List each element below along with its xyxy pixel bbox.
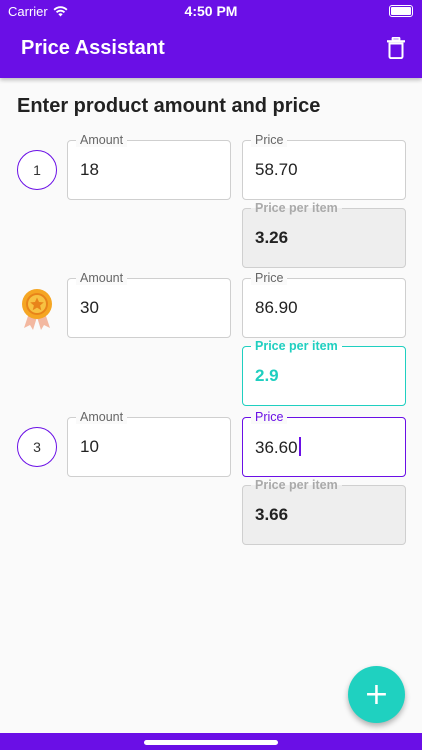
amount-field[interactable]: Amount 30 — [67, 271, 231, 338]
price-per-item-field-best: Price per item 2.9 — [242, 339, 406, 406]
price-field[interactable]: Price 58.70 — [242, 133, 406, 200]
app-bar: Carrier 4:50 PM Price Assistant — [0, 0, 422, 78]
home-indicator[interactable] — [144, 740, 278, 745]
instructions-heading: Enter product amount and price — [17, 95, 321, 117]
price-per-item-label: Price per item — [251, 478, 342, 492]
price-value: 36.60 — [255, 437, 301, 458]
amount-field[interactable]: Amount 10 — [67, 410, 231, 477]
price-label: Price — [251, 271, 288, 285]
price-label: Price — [251, 410, 288, 424]
price-per-item-label: Price per item — [251, 339, 342, 353]
amount-value: 10 — [80, 437, 99, 456]
price-label: Price — [251, 133, 288, 147]
price-value: 86.90 — [255, 298, 298, 317]
trash-icon[interactable] — [386, 37, 406, 59]
page-title: Price Assistant — [21, 37, 165, 59]
amount-label: Amount — [76, 271, 128, 285]
amount-label: Amount — [76, 410, 128, 424]
row-index-badge: 1 — [17, 150, 57, 190]
amount-value: 30 — [80, 298, 99, 317]
price-per-item-value: 2.9 — [255, 366, 279, 385]
amount-field[interactable]: Amount 18 — [67, 133, 231, 200]
status-bar: Carrier 4:50 PM — [0, 0, 422, 22]
price-field-focused[interactable]: Price 36.60 — [242, 410, 406, 477]
plus-icon: + — [363, 677, 390, 712]
price-per-item-field: Price per item 3.26 — [242, 201, 406, 268]
status-time: 4:50 PM — [184, 3, 238, 19]
price-per-item-field: Price per item 3.66 — [242, 478, 406, 545]
price-value: 58.70 — [255, 160, 298, 179]
amount-value: 18 — [80, 160, 99, 179]
add-row-button[interactable]: + — [348, 666, 405, 723]
row-index-badge: 3 — [17, 427, 57, 467]
amount-label: Amount — [76, 133, 128, 147]
award-medal-icon — [22, 289, 52, 330]
text-cursor — [298, 437, 301, 456]
price-per-item-label: Price per item — [251, 201, 342, 215]
price-per-item-value: 3.66 — [255, 505, 289, 524]
price-value-text: 36.60 — [255, 438, 298, 457]
battery-icon — [389, 5, 413, 17]
price-per-item-value: 3.26 — [255, 228, 289, 247]
price-field[interactable]: Price 86.90 — [242, 271, 406, 338]
